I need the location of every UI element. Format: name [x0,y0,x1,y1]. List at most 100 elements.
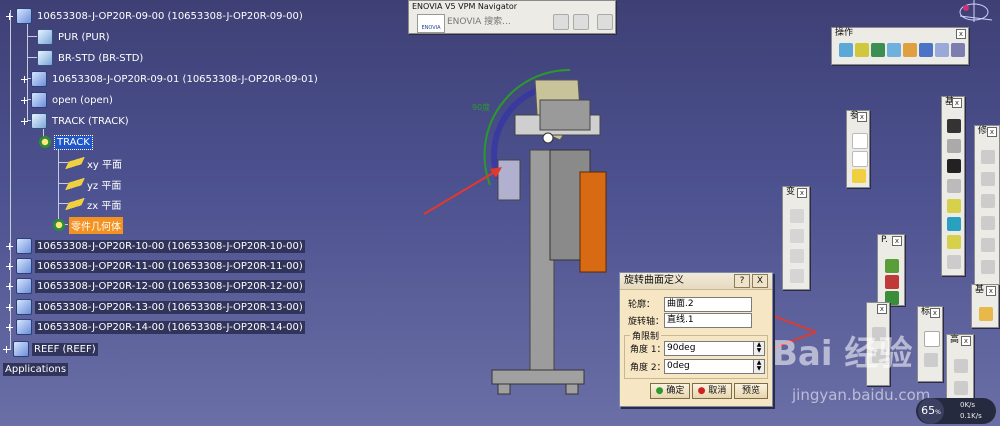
tree-item-10-00[interactable]: 10653308-J-OP20R-10-00 (10653308-J-OP20R… [6,237,305,255]
symmetry-icon[interactable] [790,249,804,263]
angle-limits-label: 角限制 [630,329,662,342]
tree-item-br-std[interactable]: BR-STD (BR-STD) [37,49,145,67]
point-icon[interactable] [852,133,868,149]
tree-item-13-00[interactable]: 10653308-J-OP20R-13-00 (10653308-J-OP20R… [6,298,305,316]
expand-toggle[interactable] [6,323,13,331]
split-icon[interactable] [887,43,901,57]
angle2-field[interactable]: 0deg [664,359,754,374]
close-icon[interactable]: x [877,304,887,314]
close-icon[interactable]: x [797,188,807,198]
expand-toggle[interactable] [6,282,13,290]
pocket-icon[interactable] [947,159,961,173]
annotation-toolbar: 标x [917,306,943,382]
extract-icon[interactable] [919,43,933,57]
rib-icon[interactable] [947,235,961,249]
close-icon[interactable]: x [956,29,966,39]
tree-item-track-product[interactable]: TRACK (TRACK) [21,112,131,130]
tree-item-12-00[interactable]: 10653308-J-OP20R-12-00 (10653308-J-OP20R… [6,277,305,295]
cancel-button[interactable]: ● 取消 [692,383,732,399]
navigator-icon[interactable] [597,14,613,30]
enovia-logo-button[interactable]: ENOVIA [417,14,445,33]
axis-field[interactable]: 直线.1 [664,313,752,328]
modify-icon[interactable] [981,260,995,274]
modify-icon[interactable] [981,194,995,208]
collapse-toggle[interactable] [6,12,13,20]
expand-toggle[interactable] [6,242,13,250]
upload-speed: 0K/s [960,401,976,409]
pad-icon[interactable] [947,139,961,153]
modify-icon[interactable] [981,150,995,164]
ok-button[interactable]: ● 确定 [650,383,690,399]
modify-icon[interactable] [981,216,995,230]
angle1-spinner[interactable]: ▲ ▼ [753,341,765,356]
tree-item-reef[interactable]: REEF (REEF) [3,340,98,358]
angle1-field[interactable]: 90deg [664,341,754,356]
base-icon[interactable] [979,307,993,321]
insert-part-icon[interactable] [885,275,899,289]
expand-toggle[interactable] [21,75,28,83]
tree-item-part-body[interactable]: 零件几何体 [52,216,123,234]
groove-icon[interactable] [947,199,961,213]
tree-item-yz-plane[interactable]: yz 平面 [64,175,123,193]
profile-field[interactable]: 曲面.2 [664,297,752,312]
insert-product-icon[interactable] [885,259,899,273]
close-icon[interactable]: x [952,98,962,108]
close-icon[interactable]: x [987,127,997,137]
collapse-toggle[interactable] [21,117,28,125]
download-speed: 0.1K/s [960,412,982,420]
tree-item-09-01[interactable]: 10653308-J-OP20R-09-01 (10653308-J-OP20R… [21,70,320,88]
modify-icon[interactable] [981,172,995,186]
close-button[interactable]: X [752,274,768,288]
close-icon[interactable]: x [961,336,971,346]
join-icon[interactable] [871,43,885,57]
fillet-icon[interactable] [839,43,853,57]
trim-icon[interactable] [903,43,917,57]
expand-toggle[interactable] [3,345,10,353]
angle-annotation: 90度 [472,102,490,112]
advanced-icon[interactable] [954,381,968,395]
navigator-icon[interactable] [553,14,569,30]
tree-item-14-00[interactable]: 10653308-J-OP20R-14-00 (10653308-J-OP20R… [6,318,305,336]
tree-item-09-00[interactable]: 10653308-J-OP20R-09-00 (10653308-J-OP20R… [6,7,305,25]
angle2-spinner[interactable]: ▲ ▼ [753,359,765,374]
help-button[interactable]: ? [734,274,750,288]
expand-toggle[interactable] [6,262,13,270]
rotate-icon[interactable] [951,43,965,57]
expand-toggle[interactable] [21,96,28,104]
navigator-icon[interactable] [573,14,589,30]
sketch-icon[interactable] [947,119,961,133]
annotation-icon[interactable] [924,353,938,367]
modify-icon[interactable] [981,238,995,252]
enovia-search-button[interactable]: ENOVIA 搜索... [447,16,527,29]
compass-icon[interactable] [948,0,1000,30]
translate-icon[interactable] [790,209,804,223]
tree-item-pur[interactable]: PUR (PUR) [37,28,112,46]
shaft-icon[interactable] [947,179,961,193]
annotation-icon[interactable] [924,331,940,347]
close-icon[interactable]: x [857,112,867,122]
expand-toggle[interactable] [6,303,13,311]
advanced-icon[interactable] [954,359,968,373]
pattern-icon[interactable] [790,269,804,283]
chamfer-icon[interactable] [855,43,869,57]
rotate-icon[interactable] [790,229,804,243]
tree-item-xy-plane[interactable]: xy 平面 [64,154,124,172]
line-icon[interactable] [852,151,868,167]
close-icon[interactable]: x [986,286,996,296]
tree-item-open[interactable]: open (open) [21,91,115,109]
close-icon[interactable]: x [892,236,902,246]
slot-icon[interactable] [947,255,961,269]
close-icon[interactable]: x [930,308,940,318]
tree-item-11-00[interactable]: 10653308-J-OP20R-11-00 (10653308-J-OP20R… [6,257,305,275]
hole-icon[interactable] [947,217,961,231]
tree-item-track-part[interactable]: TRACK [38,133,93,151]
network-speed-widget[interactable]: 65% 0K/s 0.1K/s [916,398,996,424]
3d-viewport-model[interactable]: 90度 [420,60,630,400]
tree-h-line [27,36,37,37]
plane-icon[interactable] [852,169,866,183]
preview-button[interactable]: 预览 [734,383,768,399]
translate-icon[interactable] [935,43,949,57]
tree-item-zx-plane[interactable]: zx 平面 [64,195,123,213]
base-toolbar: 基x [971,284,999,328]
tree-item-applications[interactable]: Applications [3,360,69,378]
